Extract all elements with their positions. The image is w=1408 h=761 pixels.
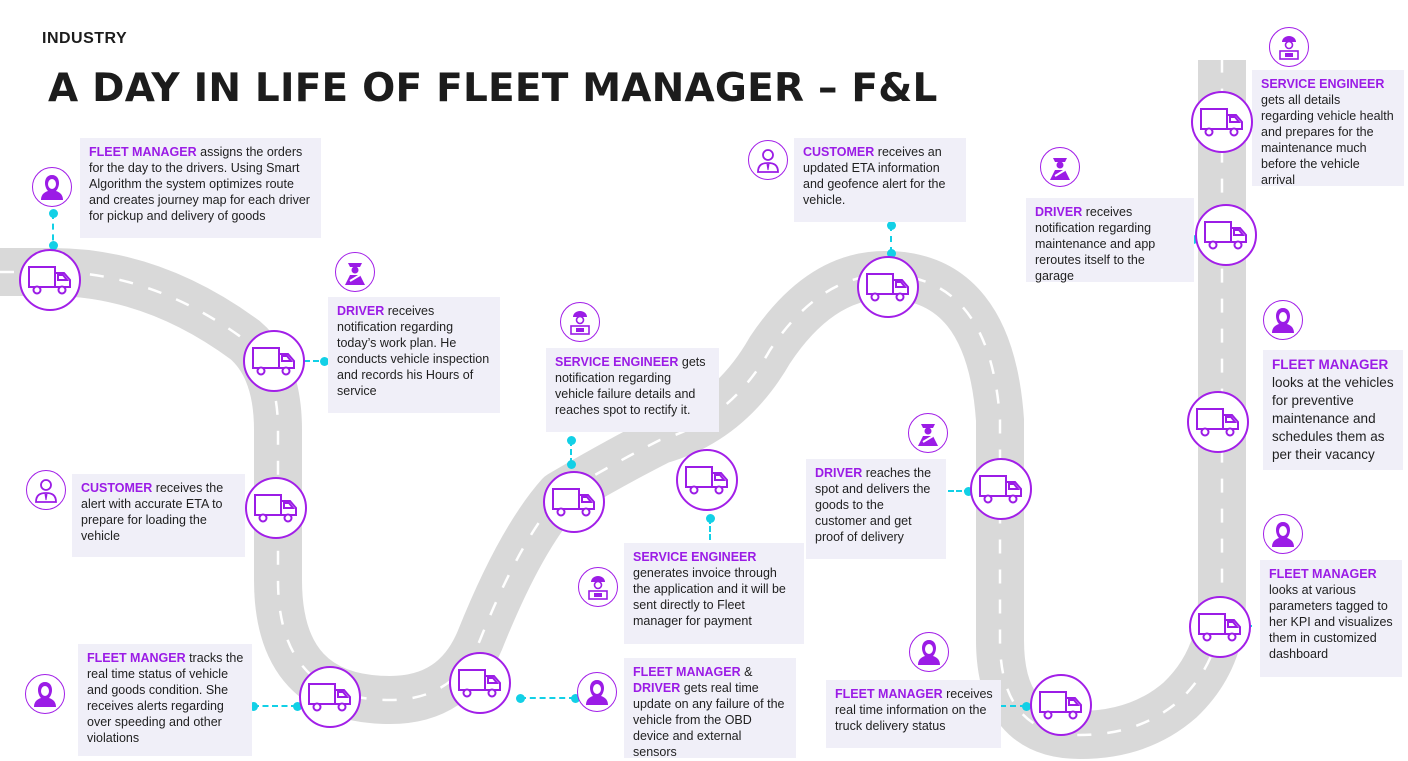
connector-dot (566, 459, 576, 469)
role-label: FLEET MANAGER (633, 665, 741, 679)
section-label: INDUSTRY (42, 30, 128, 47)
step-10-card: FLEET MANAGER receives real time informa… (826, 680, 1001, 748)
fleet-manager-icon (1263, 300, 1303, 340)
connector (253, 705, 297, 707)
step-text: tracks the real time status of vehicle a… (87, 651, 244, 745)
customer-icon (748, 140, 788, 180)
step-5-card: SERVICE ENGINEER gets notification regar… (546, 348, 719, 432)
truck-icon (970, 458, 1032, 520)
connector-dot (705, 513, 715, 523)
step-text: & (740, 665, 753, 679)
truck-icon (449, 652, 511, 714)
step-1-card: FLEET MANAGER assigns the orders for the… (80, 138, 321, 238)
role-label: CUSTOMER (803, 145, 875, 159)
step-text: looks at various parameters tagged to he… (1269, 583, 1393, 661)
truck-icon (19, 249, 81, 311)
page-title: A DAY IN LIFE OF FLEET MANAGER – F&L (48, 66, 938, 111)
truck-icon (1189, 596, 1251, 658)
step-2-card: DRIVER receives notification regarding t… (328, 297, 500, 413)
step-text: receives notification regarding today’s … (337, 304, 490, 398)
step-text: gets all details regarding vehicle healt… (1261, 93, 1394, 187)
role-label: DRIVER (815, 466, 863, 480)
service-engineer-icon (1269, 27, 1309, 67)
truck-icon (1187, 391, 1249, 453)
role-label: FLEET MANAGER (89, 145, 197, 159)
role-label: FLEET MANAGER (1272, 357, 1389, 372)
service-engineer-icon (560, 302, 600, 342)
step-8-card: CUSTOMER receives an updated ETA informa… (794, 138, 966, 222)
role-label: DRIVER (337, 304, 385, 318)
role-label: FLEET MANAGER (1269, 567, 1377, 581)
step-9-card: DRIVER reaches the spot and delivers the… (806, 459, 946, 559)
fleet-manager-icon (32, 167, 72, 207)
connector-dot (566, 435, 576, 445)
step-6-card: SERVICE ENGINEER generates invoice throu… (624, 543, 804, 644)
connector-dot (48, 208, 58, 218)
role-label: FLEET MANGER (87, 651, 186, 665)
driver-icon (335, 252, 375, 292)
fleet-manager-icon (25, 674, 65, 714)
truck-icon (1030, 674, 1092, 736)
step-text: looks at the vehicles for preventive mai… (1272, 375, 1394, 462)
role-label: FLEET MANAGER (835, 687, 943, 701)
step-text: generates invoice through the applicatio… (633, 566, 786, 628)
driver-icon (1040, 147, 1080, 187)
step-13-card: FLEET MANAGER looks at the vehicles for … (1263, 350, 1403, 470)
step-14-card: FLEET MANAGER looks at various parameter… (1260, 560, 1402, 677)
step-11-card: DRIVER receives notification regarding m… (1026, 198, 1194, 283)
step-12-card: SERVICE ENGINEER gets all details regard… (1252, 70, 1404, 187)
fleet-manager-icon (909, 632, 949, 672)
connector-dot (515, 693, 525, 703)
role-label: DRIVER (633, 681, 681, 695)
service-engineer-icon (578, 567, 618, 607)
role-label: DRIVER (1035, 205, 1083, 219)
truck-icon (299, 666, 361, 728)
driver-icon (908, 413, 948, 453)
role-label: SERVICE ENGINEER (633, 550, 757, 564)
truck-icon (243, 330, 305, 392)
fleet-manager-icon (577, 672, 617, 712)
truck-icon (676, 449, 738, 511)
role-label: SERVICE ENGINEER (555, 355, 679, 369)
customer-icon (26, 470, 66, 510)
step-7-card: FLEET MANAGER & DRIVER gets real time up… (624, 658, 796, 759)
role-label: SERVICE ENGINEER (1261, 77, 1385, 91)
fleet-manager-icon (1263, 514, 1303, 554)
step-4-card: FLEET MANGER tracks the real time status… (78, 644, 252, 756)
truck-icon (543, 471, 605, 533)
connector (520, 697, 575, 699)
role-label: CUSTOMER (81, 481, 153, 495)
truck-icon (857, 256, 919, 318)
truck-icon (245, 477, 307, 539)
truck-icon (1195, 204, 1257, 266)
truck-icon (1191, 91, 1253, 153)
step-3-card: CUSTOMER receives the alert with accurat… (72, 474, 245, 557)
